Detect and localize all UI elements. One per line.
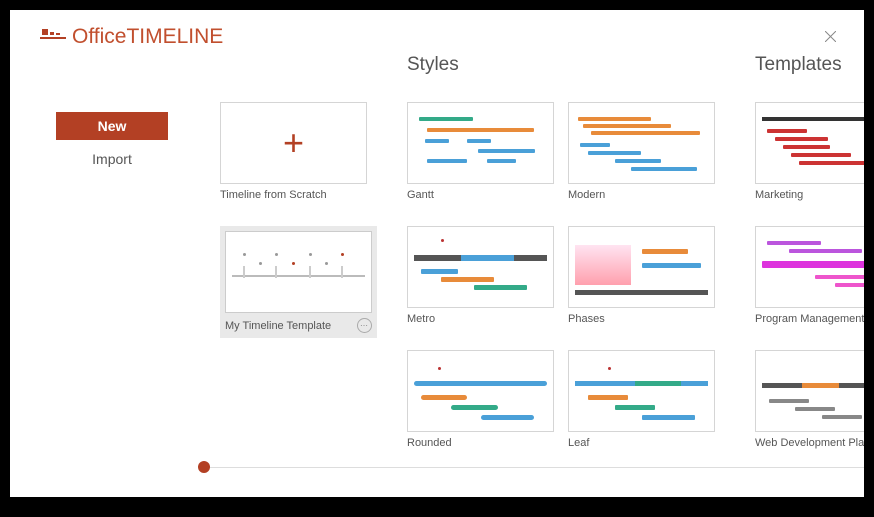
- sidebar-item-label: Import: [92, 151, 132, 167]
- styles-column: Styles Gantt: [407, 54, 715, 449]
- slider-thumb[interactable]: [198, 461, 210, 473]
- timeline-logo-icon: [40, 26, 66, 49]
- new-timeline-dialog: OfficeTIMELINE New Import + Tim: [10, 10, 864, 497]
- style-card-metro[interactable]: Metro: [407, 226, 554, 325]
- card-label: My Timeline Template ⋯: [225, 318, 372, 333]
- card-label: Marketing: [755, 189, 864, 201]
- card-label: Timeline from Scratch: [220, 189, 367, 201]
- templates-title: Templates: [755, 54, 864, 90]
- close-icon: [825, 31, 836, 42]
- style-card-gantt[interactable]: Gantt: [407, 102, 554, 201]
- content: + Timeline from Scratch: [170, 54, 864, 454]
- logo: OfficeTIMELINE: [40, 25, 223, 49]
- slider-track: [206, 467, 864, 468]
- user-items-title: [220, 54, 367, 90]
- card-thumb: [755, 102, 864, 184]
- style-card-rounded[interactable]: Rounded: [407, 350, 554, 449]
- card-thumb: [407, 102, 554, 184]
- sidebar: New Import: [10, 54, 170, 454]
- template-card-marketing[interactable]: Marketing: [755, 102, 864, 201]
- card-thumb: +: [220, 102, 367, 184]
- template-card-program-management[interactable]: Program Management: [755, 226, 864, 325]
- card-thumb: [755, 226, 864, 308]
- styles-title: Styles: [407, 54, 715, 90]
- card-my-timeline-template[interactable]: My Timeline Template ⋯: [220, 226, 377, 338]
- logo-text: OfficeTIMELINE: [72, 25, 223, 49]
- card-thumb: [568, 350, 715, 432]
- card-label: Modern: [568, 189, 715, 201]
- close-button[interactable]: [821, 25, 840, 49]
- card-thumb: [568, 226, 715, 308]
- card-label: Leaf: [568, 437, 715, 449]
- template-card-web-development-plan[interactable]: Web Development Plan: [755, 350, 864, 449]
- user-items-column: + Timeline from Scratch: [220, 54, 367, 449]
- style-card-leaf[interactable]: Leaf: [568, 350, 715, 449]
- card-label: Gantt: [407, 189, 554, 201]
- card-thumb: [225, 231, 372, 313]
- sidebar-item-new[interactable]: New: [56, 112, 168, 140]
- card-label: Metro: [407, 313, 554, 325]
- style-card-modern[interactable]: Modern: [568, 102, 715, 201]
- plus-icon: +: [283, 125, 304, 161]
- card-label: Program Management: [755, 313, 864, 325]
- card-label: Web Development Plan: [755, 437, 864, 449]
- style-card-phases[interactable]: Phases: [568, 226, 715, 325]
- sidebar-item-label: New: [98, 118, 127, 134]
- sidebar-item-import[interactable]: Import: [56, 145, 168, 173]
- card-thumb: [407, 226, 554, 308]
- templates-column: Templates Marketing: [755, 54, 864, 449]
- card-label: Rounded: [407, 437, 554, 449]
- header: OfficeTIMELINE: [10, 10, 864, 54]
- card-thumb: [755, 350, 864, 432]
- card-thumb: [568, 102, 715, 184]
- card-timeline-from-scratch[interactable]: + Timeline from Scratch: [220, 102, 367, 201]
- card-thumb: [407, 350, 554, 432]
- card-label: Phases: [568, 313, 715, 325]
- horizontal-scroll-slider[interactable]: [10, 457, 864, 477]
- card-more-button[interactable]: ⋯: [357, 318, 372, 333]
